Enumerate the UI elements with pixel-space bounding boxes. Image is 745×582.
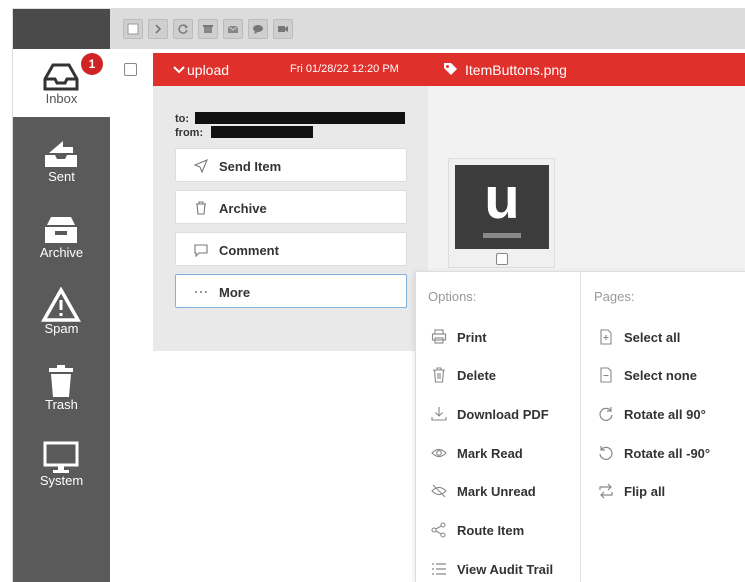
more-button[interactable]: More bbox=[175, 274, 407, 308]
next-button[interactable] bbox=[148, 19, 168, 39]
to-label: to: bbox=[175, 113, 190, 125]
spam-warning-icon bbox=[41, 287, 81, 322]
inbox-icon bbox=[43, 63, 79, 91]
comment-icon bbox=[253, 25, 263, 34]
archive-button[interactable]: Archive bbox=[175, 190, 407, 224]
redacted-from-address bbox=[211, 126, 313, 138]
sidebar-item-trash[interactable]: Trash bbox=[13, 355, 110, 425]
refresh-button[interactable] bbox=[173, 19, 193, 39]
chevron-down-icon bbox=[173, 66, 185, 74]
message-date: Fri 01/28/22 12:20 PM bbox=[290, 63, 399, 75]
thumbnail-underline bbox=[483, 233, 521, 238]
menu-item-label: Route Item bbox=[457, 523, 525, 538]
sidebar-item-sent[interactable]: Sent bbox=[13, 127, 110, 197]
download-icon bbox=[431, 407, 447, 421]
sent-icon bbox=[45, 141, 77, 167]
options-header: Options: bbox=[428, 289, 477, 304]
menu-item-label: View Audit Trail bbox=[457, 562, 554, 577]
mail-button[interactable] bbox=[223, 19, 243, 39]
action-label: Send Item bbox=[219, 159, 282, 174]
monitor-icon bbox=[43, 441, 79, 473]
menu-item-label: Download PDF bbox=[457, 407, 549, 422]
comment-button[interactable]: Comment bbox=[175, 232, 407, 266]
sidebar-item-label: Trash bbox=[45, 397, 78, 412]
from-label: from: bbox=[175, 127, 204, 139]
delete-icon bbox=[433, 367, 445, 383]
video-button[interactable] bbox=[273, 19, 293, 39]
menu-item-label: Select none bbox=[624, 368, 697, 383]
menu-divider bbox=[580, 272, 581, 582]
sidebar-item-archive[interactable]: Archive bbox=[13, 203, 110, 273]
eye-icon bbox=[431, 448, 447, 458]
sidebar-item-system[interactable]: System bbox=[13, 431, 110, 501]
menu-item-label: Flip all bbox=[624, 484, 666, 499]
menu-item-label: Rotate all -90° bbox=[624, 446, 711, 461]
sidebar-item-label: System bbox=[39, 473, 84, 488]
thumbnail-checkbox[interactable] bbox=[496, 253, 508, 265]
action-label: More bbox=[219, 285, 251, 300]
ellipsis-icon bbox=[195, 291, 207, 293]
action-label: Archive bbox=[219, 201, 267, 216]
more-options-menu: Options: Pages: Print Delete Download PD… bbox=[415, 271, 745, 582]
attachment-name[interactable]: ItemButtons.png bbox=[465, 62, 567, 78]
page-minus-icon bbox=[600, 367, 612, 383]
checkbox-icon bbox=[127, 23, 139, 35]
menu-item-label: Rotate all 90° bbox=[624, 407, 706, 422]
unread-badge: 1 bbox=[81, 53, 103, 75]
sidebar-item-label: Sent bbox=[48, 169, 75, 184]
mail-icon bbox=[227, 25, 239, 33]
menu-item-label: Mark Read bbox=[457, 446, 523, 461]
archive-icon bbox=[45, 217, 77, 243]
pages-header: Pages: bbox=[594, 289, 635, 304]
archive-box-icon bbox=[196, 201, 206, 215]
menu-item-label: Print bbox=[457, 330, 487, 345]
rotate-cw-icon bbox=[599, 407, 613, 421]
message-select-checkbox[interactable] bbox=[124, 63, 137, 76]
sidebar: 1 Inbox Sent Archive Spam Trash System bbox=[13, 9, 110, 582]
archive-icon bbox=[203, 25, 213, 33]
thumbnail-image: u bbox=[455, 165, 549, 249]
print-icon bbox=[431, 329, 447, 344]
video-icon bbox=[278, 26, 288, 32]
message-folder: upload bbox=[187, 62, 230, 78]
send-icon bbox=[194, 159, 208, 173]
send-item-button[interactable]: Send Item bbox=[175, 148, 407, 182]
menu-item-label: Mark Unread bbox=[457, 484, 536, 499]
sidebar-item-label: Archive bbox=[39, 245, 84, 260]
thumbnail-letter: u bbox=[484, 166, 520, 231]
refresh-icon bbox=[178, 24, 189, 34]
page-plus-icon bbox=[600, 329, 612, 345]
list-icon bbox=[432, 563, 446, 575]
trash-icon bbox=[49, 365, 73, 397]
sidebar-item-inbox[interactable]: 1 Inbox bbox=[13, 49, 110, 117]
select-all-checkbox[interactable] bbox=[123, 19, 143, 39]
sidebar-item-label: Spam bbox=[44, 321, 79, 336]
tag-icon bbox=[444, 63, 457, 75]
eye-off-icon bbox=[431, 484, 447, 498]
flip-icon bbox=[599, 483, 613, 499]
attachment-thumbnail[interactable]: u bbox=[448, 158, 555, 268]
sidebar-item-spam[interactable]: Spam bbox=[13, 279, 110, 349]
sidebar-top bbox=[13, 9, 110, 49]
menu-item-label: Delete bbox=[457, 368, 497, 383]
redacted-to-address bbox=[195, 112, 405, 124]
menu-item-label: Select all bbox=[624, 330, 681, 345]
toolbar bbox=[110, 9, 745, 49]
chevron-right-icon bbox=[155, 24, 162, 34]
app-window: 1 Inbox Sent Archive Spam Trash System u… bbox=[12, 8, 745, 582]
rotate-ccw-icon bbox=[599, 446, 613, 460]
message-header[interactable]: upload Fri 01/28/22 12:20 PM ItemButtons… bbox=[153, 53, 745, 86]
comment-icon bbox=[194, 244, 208, 257]
sidebar-item-label: Inbox bbox=[45, 91, 78, 106]
share-icon bbox=[431, 522, 446, 538]
action-label: Comment bbox=[219, 243, 279, 258]
archive-button[interactable] bbox=[198, 19, 218, 39]
comment-button[interactable] bbox=[248, 19, 268, 39]
